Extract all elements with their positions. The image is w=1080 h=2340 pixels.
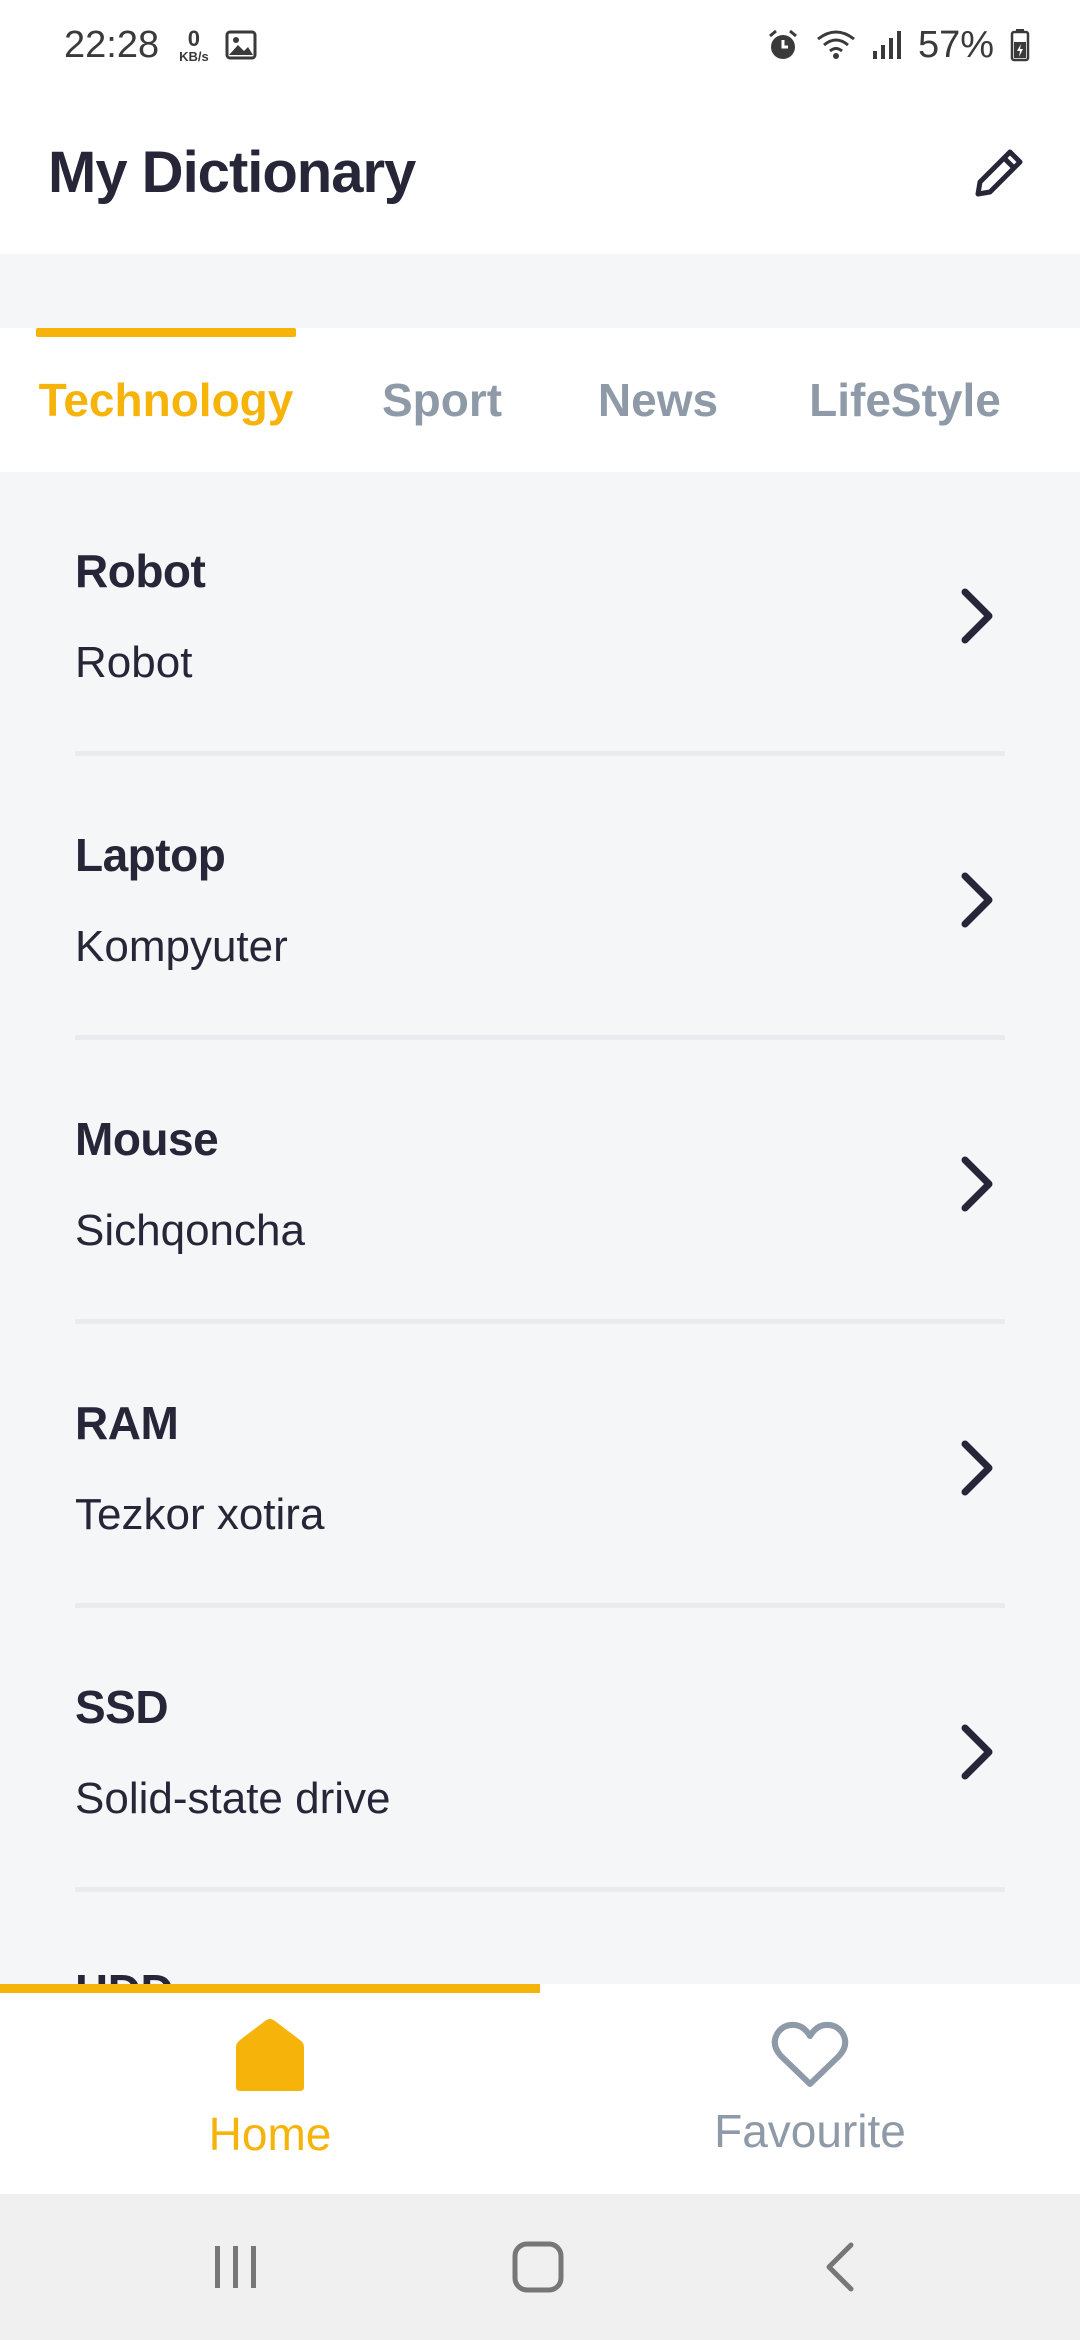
- word-translation: Sichqoncha: [75, 1206, 305, 1255]
- tab-news[interactable]: News: [580, 328, 736, 472]
- edit-button[interactable]: [964, 136, 1036, 208]
- chevron-right-icon: [953, 868, 1001, 932]
- bottom-nav: Home Favourite: [0, 1984, 1080, 2194]
- tab-lifestyle[interactable]: LifeStyle: [800, 328, 1010, 472]
- status-bar: 22:28 0 KB/s 57%: [0, 0, 1080, 90]
- word-list: Robot Robot Laptop Kompyuter Mouse Sichq…: [0, 472, 1080, 1984]
- status-right: 57%: [766, 24, 1030, 67]
- wifi-icon: [816, 29, 856, 61]
- list-item[interactable]: RAM Tezkor xotira: [75, 1324, 1005, 1608]
- status-time: 22:28: [64, 23, 160, 66]
- word-title: RAM: [75, 1397, 179, 1449]
- word-title: Robot: [75, 545, 206, 597]
- network-speed-unit: KB/s: [179, 48, 209, 64]
- chevron-right-icon: [953, 584, 1001, 648]
- nav-favourite-label: Favourite: [714, 2105, 906, 2157]
- recent-apps-button[interactable]: [176, 2194, 296, 2340]
- network-speed: 0 KB/s: [179, 25, 209, 64]
- category-tabs: Technology Sport News LifeStyle: [0, 328, 1080, 472]
- word-title: Mouse: [75, 1113, 219, 1165]
- signal-icon: [872, 29, 902, 61]
- nav-home-label: Home: [208, 2108, 332, 2160]
- chevron-right-icon: [953, 1436, 1001, 1500]
- word-translation: Kompyuter: [75, 922, 288, 971]
- system-nav-bar: [0, 2194, 1080, 2340]
- nav-favourite[interactable]: Favourite: [540, 1984, 1080, 2194]
- home-system-button[interactable]: [478, 2194, 598, 2340]
- back-button[interactable]: [780, 2194, 900, 2340]
- chevron-right-icon: [953, 1152, 1001, 1216]
- word-translation: Tezkor xotira: [75, 1490, 325, 1539]
- battery-icon: [1010, 28, 1030, 62]
- network-speed-value: 0: [187, 25, 201, 51]
- pencil-icon: [975, 149, 1023, 197]
- list-item[interactable]: HDD: [75, 1892, 1005, 1984]
- recent-apps-icon: [215, 2246, 256, 2288]
- list-item[interactable]: Laptop Kompyuter: [75, 756, 1005, 1040]
- tab-sport[interactable]: Sport: [360, 328, 524, 472]
- word-translation: Robot: [75, 638, 193, 687]
- back-chevron-icon: [826, 2242, 854, 2292]
- word-title: HDD: [75, 1964, 174, 1984]
- header-spacer: [0, 254, 1080, 328]
- home-icon: [236, 2019, 304, 2091]
- heart-icon: [771, 2021, 849, 2087]
- word-translation: Solid-state drive: [75, 1774, 391, 1823]
- nav-home[interactable]: Home: [0, 1984, 540, 2194]
- alarm-icon: [766, 28, 800, 62]
- list-item[interactable]: Robot Robot: [75, 472, 1005, 756]
- list-item[interactable]: Mouse Sichqoncha: [75, 1040, 1005, 1324]
- battery-percent: 57%: [917, 23, 994, 66]
- word-title: SSD: [75, 1681, 169, 1733]
- app-header: My Dictionary: [0, 90, 1080, 254]
- chevron-right-icon: [953, 1720, 1001, 1784]
- page-title: My Dictionary: [48, 139, 416, 205]
- home-square-icon: [512, 2241, 564, 2293]
- tab-technology[interactable]: Technology: [36, 328, 296, 472]
- word-title: Laptop: [75, 829, 226, 881]
- image-icon: [225, 30, 257, 60]
- list-item[interactable]: SSD Solid-state drive: [75, 1608, 1005, 1892]
- status-left: 22:28 0 KB/s: [64, 24, 257, 67]
